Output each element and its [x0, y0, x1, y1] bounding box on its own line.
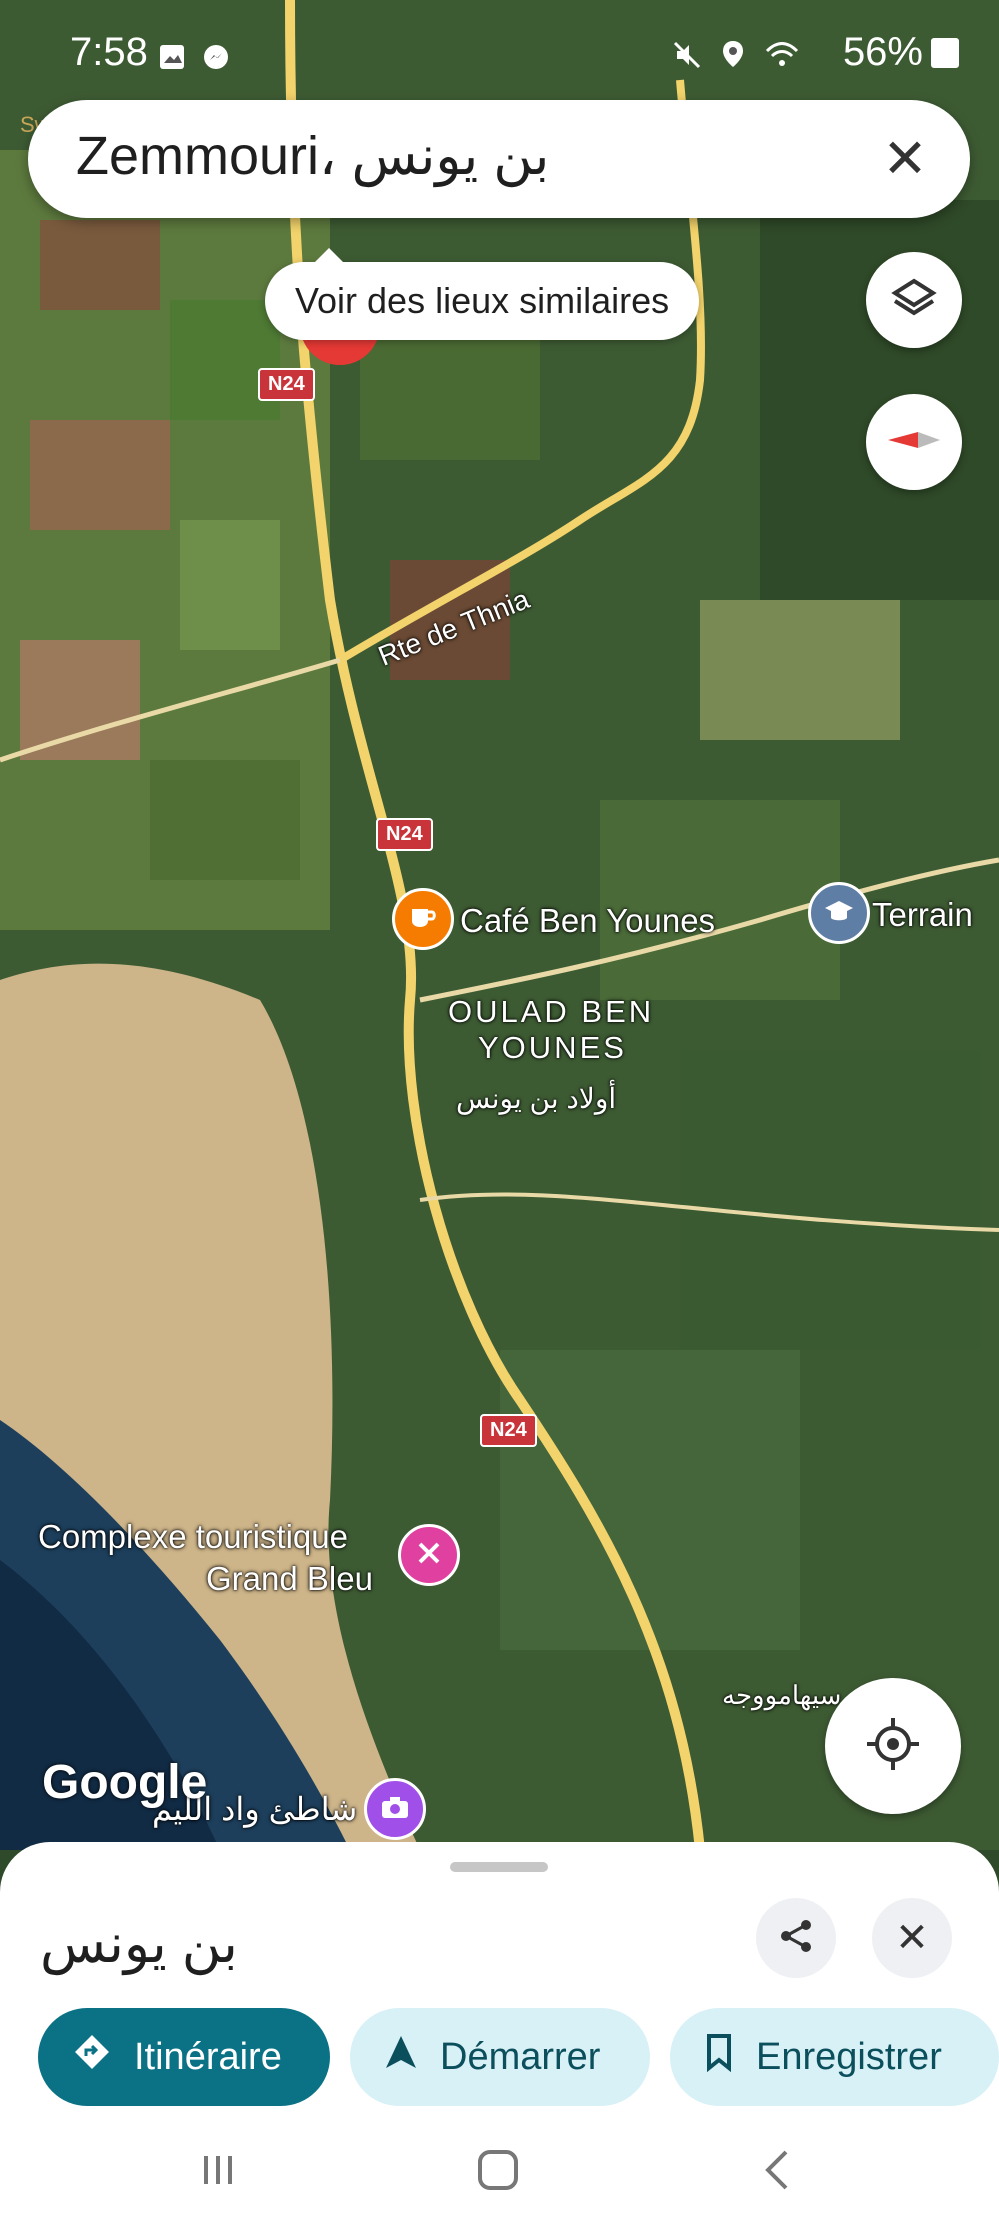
save-label: Enregistrer: [756, 2035, 942, 2078]
back-icon: [758, 2148, 798, 2197]
location-status-icon: [721, 34, 745, 79]
resort-label-line1[interactable]: Complexe touristique: [38, 1518, 348, 1556]
status-bar: 7:58 56%: [0, 0, 999, 110]
my-location-button[interactable]: [825, 1678, 961, 1814]
start-label: Démarrer: [440, 2035, 601, 2078]
layers-icon: [889, 273, 939, 328]
save-button[interactable]: Enregistrer: [670, 2008, 999, 2106]
compass-button[interactable]: [866, 394, 962, 490]
share-button[interactable]: [756, 1898, 836, 1978]
resort-icon: [414, 1538, 444, 1573]
wifi-icon: [765, 34, 799, 79]
gallery-icon: [158, 36, 186, 81]
recents-icon: [198, 2150, 238, 2195]
compass-icon: [884, 420, 944, 465]
battery-percent: 56%: [842, 30, 923, 74]
back-button[interactable]: [748, 2142, 808, 2202]
terrain-label[interactable]: Terrain: [872, 896, 973, 934]
navigation-arrow-icon: [384, 2032, 418, 2082]
road-shield: N24: [376, 818, 433, 851]
home-icon: [476, 2148, 520, 2197]
road-shield: N24: [258, 368, 315, 401]
town-name-line1: OULAD BEN: [448, 994, 655, 1029]
cafe-pin[interactable]: [392, 888, 454, 950]
road-shield: N24: [480, 1414, 537, 1447]
google-attribution: Google: [42, 1756, 208, 1809]
crosshair-icon: [863, 1714, 923, 1779]
town-name-arabic: أولاد بن يونس: [456, 1083, 617, 1114]
camera-icon: [380, 1794, 410, 1825]
search-query[interactable]: Zemmouri، بن يونس: [76, 124, 549, 187]
similar-places-tooltip[interactable]: Voir des lieux similaires: [265, 248, 700, 340]
drag-handle[interactable]: [450, 1862, 548, 1872]
clear-search-icon[interactable]: ✕: [870, 124, 940, 194]
mute-icon: [673, 34, 701, 79]
directions-label: Itinéraire: [134, 2035, 282, 2078]
school-icon: [823, 897, 855, 930]
status-time: 7:58: [70, 30, 148, 74]
place-title: بن يونس: [40, 1914, 238, 1974]
start-button[interactable]: Démarrer: [350, 2008, 650, 2106]
share-icon: [776, 1916, 816, 1961]
resort-pin[interactable]: [398, 1524, 460, 1586]
cafe-label[interactable]: Café Ben Younes: [460, 902, 715, 940]
town-name-line2: YOUNES: [478, 1030, 627, 1065]
area-label-arabic: سيهامووجه: [722, 1680, 842, 1710]
resort-label-line2[interactable]: Grand Bleu: [206, 1560, 373, 1598]
beach-pin[interactable]: [364, 1778, 426, 1840]
search-bar[interactable]: Zemmouri، بن يونس ✕: [28, 100, 970, 218]
terrain-pin[interactable]: [808, 882, 870, 944]
coffee-icon: [408, 903, 438, 936]
system-nav-bar: [0, 2120, 999, 2222]
messenger-icon: [202, 36, 230, 81]
directions-button[interactable]: Itinéraire: [38, 2008, 330, 2106]
layers-button[interactable]: [866, 252, 962, 348]
recent-apps-button[interactable]: [188, 2142, 248, 2202]
battery-icon: [931, 37, 959, 68]
close-icon: ✕: [895, 1916, 929, 1960]
bookmark-icon: [704, 2032, 734, 2082]
close-sheet-button[interactable]: ✕: [872, 1898, 952, 1978]
home-button[interactable]: [468, 2142, 528, 2202]
directions-icon: [72, 2032, 112, 2082]
